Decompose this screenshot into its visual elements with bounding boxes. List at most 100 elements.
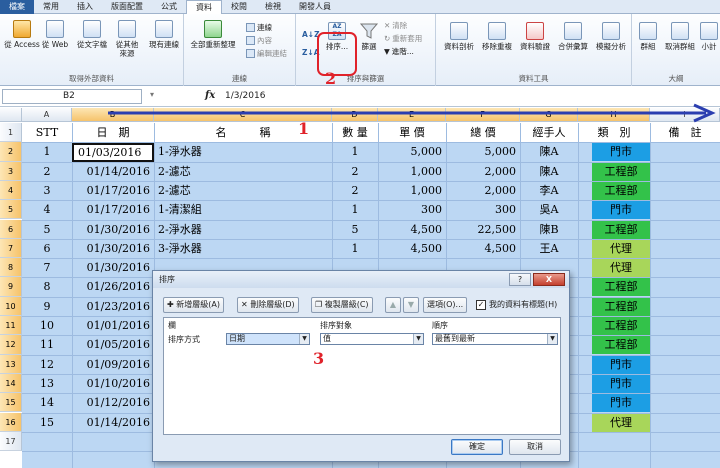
move-up-button[interactable]: ▲ [385,297,401,313]
dept-cell[interactable]: 門市 [592,394,650,413]
cell-date[interactable]: 01/30/2016 [72,239,154,258]
row-header-9[interactable]: 9 [0,277,22,297]
from-access-button[interactable]: 從 Access [4,20,40,49]
cell-date[interactable]: 01/30/2016 [72,220,154,239]
dept-cell[interactable]: 代理 [592,413,650,432]
ungroup-button[interactable]: 取消群組 [662,22,698,51]
col-header-a[interactable]: A [22,108,72,122]
group-button[interactable]: 群組 [636,22,660,51]
cell-date[interactable]: 01/12/2016 [72,393,154,412]
row-header-10[interactable]: 10 [0,296,22,316]
dept-cell[interactable]: 代理 [592,259,650,278]
insert-function-icon[interactable]: fx [205,90,215,101]
row-header-11[interactable]: 11 [0,316,22,336]
dept-cell[interactable]: 工程部 [592,162,650,181]
cell-stt[interactable]: 6 [22,239,72,258]
cell-stt[interactable]: 5 [22,220,72,239]
header-cell-date[interactable]: 日 期 [72,123,154,142]
add-level-button[interactable]: ✚ 新增層級(A) [163,297,224,313]
dept-cell[interactable]: 工程部 [592,297,650,316]
row-header-14[interactable]: 14 [0,373,22,394]
cell-qty[interactable]: 2 [332,181,378,200]
refresh-all-button[interactable]: 全部重新整理 [188,20,238,49]
tab-file[interactable]: 檔案 [0,0,34,14]
cell-stt[interactable]: 9 [22,297,72,316]
cell-handler[interactable]: 陳A [520,162,578,181]
cell-name[interactable]: 2-淨水器 [158,220,336,239]
consolidate-button[interactable]: 合併彙算 [554,22,592,51]
existing-connections-button[interactable]: 現有連線 [145,20,183,49]
row-header-5[interactable]: 5 [0,200,22,220]
cell-total[interactable]: 22,500 [446,220,520,239]
dept-cell[interactable]: 門市 [592,143,650,162]
cell-stt[interactable]: 8 [22,277,72,296]
cell-date[interactable]: 01/10/2016 [72,374,154,393]
dept-cell[interactable]: 門市 [592,201,650,220]
cell-price[interactable]: 4,500 [378,239,446,258]
cell-price[interactable]: 5,000 [378,142,446,161]
tab-view[interactable]: 檢視 [256,0,290,14]
select-all-corner[interactable] [0,108,22,122]
tab-home[interactable]: 常用 [34,0,68,14]
from-text-button[interactable]: 從文字檔 [72,20,112,49]
edit-links-button[interactable]: 編輯連結 [246,48,287,59]
cell-date[interactable]: 01/14/2016 [72,413,154,432]
has-headers-checkbox[interactable]: ✓ 我的資料有標題(H) [476,299,557,310]
row-header-16[interactable]: 16 [0,412,22,432]
connections-button[interactable]: 連線 [246,22,272,33]
dept-cell[interactable]: 門市 [592,374,650,393]
dept-cell[interactable]: 代理 [592,239,650,258]
dept-cell[interactable]: 門市 [592,355,650,374]
cell-stt[interactable]: 3 [22,181,72,200]
cell-handler[interactable]: 吳A [520,200,578,219]
cell-date[interactable]: 01/17/2016 [72,181,154,200]
dept-cell[interactable]: 工程部 [592,181,650,200]
cell-date[interactable]: 01/09/2016 [72,355,154,374]
cell-price[interactable]: 4,500 [378,220,446,239]
cell-price[interactable]: 1,000 [378,181,446,200]
cell-stt[interactable]: 13 [22,374,72,393]
tab-page-layout[interactable]: 版面配置 [102,0,152,14]
tab-insert[interactable]: 插入 [68,0,102,14]
cell-stt[interactable]: 12 [22,355,72,374]
row-header-1[interactable]: 1 [0,123,22,143]
filter-button[interactable]: 篩選 [358,22,380,51]
row-header-12[interactable]: 12 [0,335,22,355]
row-header-3[interactable]: 3 [0,161,22,181]
help-button[interactable]: ? [509,273,531,286]
header-cell-qty[interactable]: 數 量 [332,123,378,142]
cell-date[interactable]: 01/01/2016 [72,316,154,335]
tab-formulas[interactable]: 公式 [152,0,186,14]
cell-price[interactable]: 300 [378,200,446,219]
cell-total[interactable]: 2,000 [446,181,520,200]
name-box-dropdown-icon[interactable]: ▾ [150,90,154,99]
reapply-button[interactable]: ↻ 重新套用 [384,33,422,44]
cell-date[interactable]: 01/05/2016 [72,335,154,354]
order-select[interactable]: 最舊到最新 ▼ [432,333,558,345]
row-header-7[interactable]: 7 [0,238,22,259]
header-cell-stt[interactable]: STT [22,123,72,142]
tab-data[interactable]: 資料 [186,0,222,15]
header-cell-note[interactable]: 備 註 [650,123,720,142]
copy-level-button[interactable]: ❐ 複製層級(C) [311,297,373,313]
cell-name[interactable]: 1-清潔組 [158,200,336,219]
cell-stt[interactable]: 10 [22,316,72,335]
cell-stt[interactable]: 15 [22,413,72,432]
formula-input[interactable]: 1/3/2016 [225,91,265,101]
tab-developer[interactable]: 開發人員 [290,0,340,14]
clear-button[interactable]: ✕ 清除 [384,20,407,31]
sort-by-select[interactable]: 日期 ▼ [226,333,310,345]
row-header-8[interactable]: 8 [0,258,22,278]
cell-name[interactable]: 3-淨水器 [158,239,336,258]
cell-stt[interactable]: 2 [22,162,72,181]
cell-total[interactable]: 5,000 [446,142,520,161]
name-box[interactable]: B2 [2,89,142,104]
tab-review[interactable]: 校閱 [222,0,256,14]
cell-stt[interactable]: 1 [22,142,72,161]
header-cell-price[interactable]: 單 價 [378,123,446,142]
cell-stt[interactable]: 7 [22,258,72,277]
row-header-13[interactable]: 13 [0,354,22,374]
cell-total[interactable]: 4,500 [446,239,520,258]
cell-stt[interactable]: 14 [22,393,72,412]
cell-handler[interactable]: 陳B [520,220,578,239]
